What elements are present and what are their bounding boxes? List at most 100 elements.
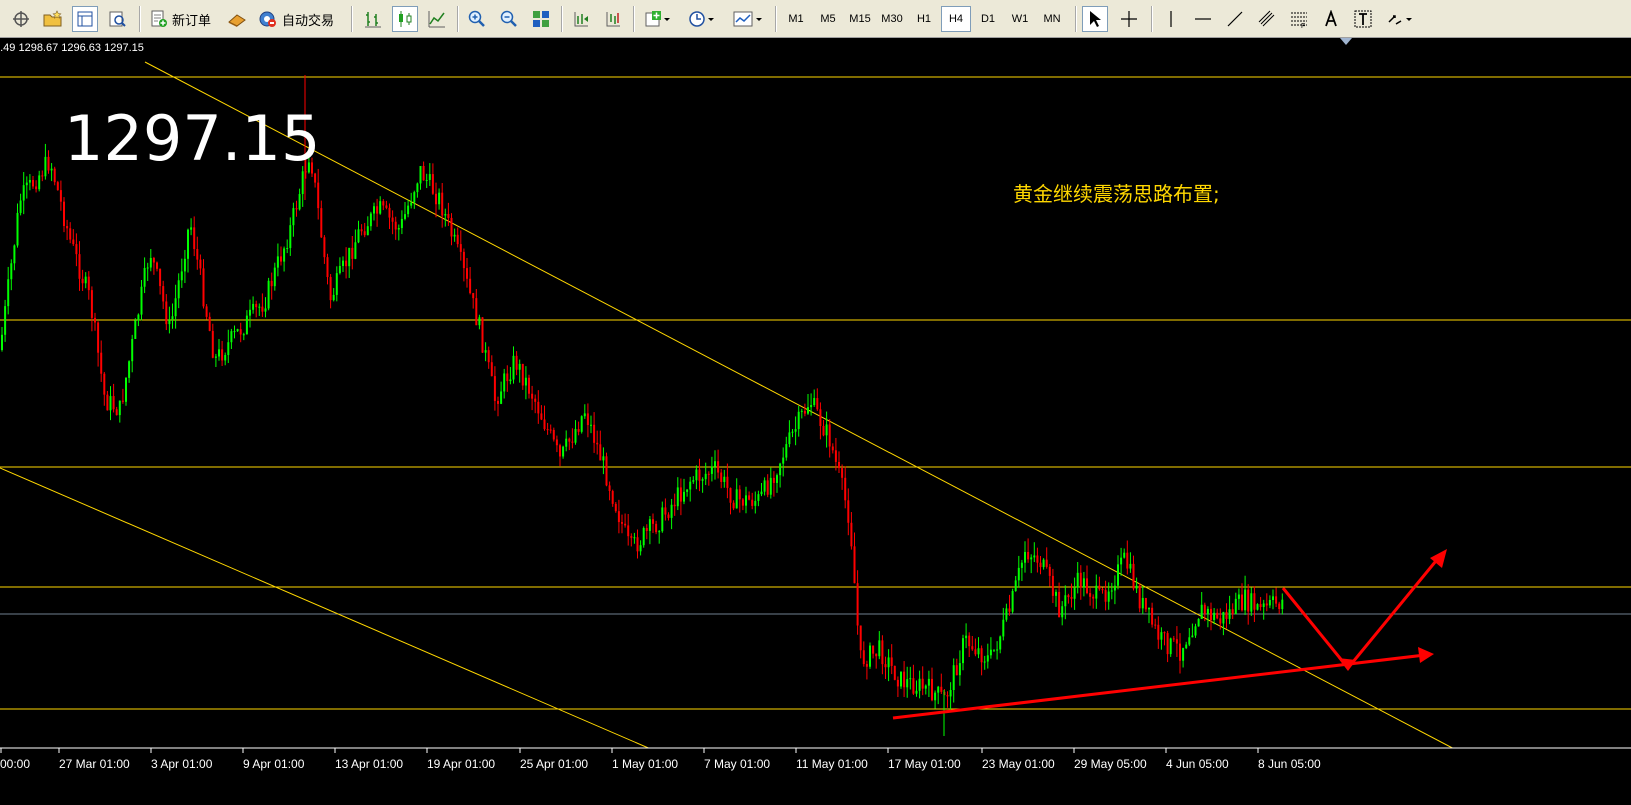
trendline-icon[interactable] (1222, 6, 1248, 32)
bull-candle-body (1281, 599, 1284, 610)
indicators-dropdown[interactable] (640, 6, 676, 32)
bear-candle-body (317, 182, 320, 209)
timeframe-m15[interactable]: M15 (845, 6, 875, 32)
bull-candle-body (1234, 598, 1237, 615)
tile-windows-icon[interactable] (528, 6, 554, 32)
bear-candle-body (568, 438, 571, 442)
bull-candle-body (1228, 609, 1231, 619)
bar-chart-icon[interactable] (360, 6, 386, 32)
timeframe-m1[interactable]: M1 (781, 6, 811, 32)
bull-candle-body (810, 405, 813, 408)
bull-candle-body (1250, 593, 1253, 612)
bear-candle-body (56, 182, 59, 191)
toolbar: 新订单 自动交易 M1 M5 M15 M30 H1 H4 D1 W1 MN F (0, 0, 1631, 38)
toolbar-separator (457, 6, 459, 32)
bull-candle-body (1095, 585, 1098, 599)
time-axis-label: 29 May 05:00 (1074, 757, 1147, 771)
bear-candle-body (748, 495, 751, 500)
toolbar-separator (775, 6, 777, 32)
bull-candle-body (1272, 596, 1274, 600)
text-label-icon[interactable] (1318, 6, 1344, 32)
price-chart[interactable]: 00:00 27 Mar 01:00 3 Apr 01:00 9 Apr 01:00 1… (0, 38, 1631, 805)
bear-candle-body (103, 373, 106, 395)
vertical-line-icon[interactable] (1158, 6, 1184, 32)
horizontal-line-icon[interactable] (1190, 6, 1216, 32)
bull-candle-body (1194, 626, 1197, 636)
timeframe-d1[interactable]: D1 (973, 6, 1003, 32)
bull-candle-body (416, 183, 419, 193)
candlestick-chart-icon[interactable] (392, 6, 418, 32)
bull-candle-body (400, 218, 403, 229)
timeframe-m30[interactable]: M30 (877, 6, 907, 32)
bull-candle-body (763, 480, 766, 492)
templates-dropdown[interactable] (728, 6, 768, 32)
bear-candle-body (90, 290, 93, 318)
bull-candle-body (84, 276, 87, 284)
svg-text:F: F (1301, 23, 1305, 28)
bull-candle-body (233, 331, 236, 333)
bear-candle-body (1098, 585, 1101, 590)
bull-candle-body (1206, 608, 1209, 615)
bear-candle-body (555, 439, 558, 446)
bear-candle-body (394, 221, 397, 230)
timeframe-w1[interactable]: W1 (1005, 6, 1035, 32)
bear-candle-body (766, 480, 769, 495)
navigator-search-icon[interactable] (104, 6, 130, 32)
autoscroll-icon[interactable] (568, 6, 594, 32)
bear-candle-body (205, 306, 208, 317)
periods-clock-dropdown[interactable] (684, 6, 720, 32)
equidistant-channel-icon[interactable] (1254, 6, 1280, 32)
bear-candle-body (1092, 596, 1095, 599)
bear-candle-body (698, 469, 701, 481)
line-chart-icon[interactable] (424, 6, 450, 32)
folder-star-icon[interactable] (40, 6, 66, 32)
bull-candle-body (633, 537, 636, 539)
chart-shift-icon[interactable] (600, 6, 626, 32)
crosshair-icon[interactable] (1116, 6, 1142, 32)
text-box-icon[interactable] (1350, 6, 1376, 32)
bear-candle-body (435, 193, 437, 205)
bear-candle-body (543, 419, 546, 430)
bear-candle-body (1048, 566, 1051, 576)
time-axis-label: 4 Jun 05:00 (1166, 757, 1229, 771)
bear-candle-body (1126, 552, 1129, 569)
bear-candle-body (751, 499, 754, 506)
bull-candle-body (639, 545, 642, 552)
new-order-button[interactable]: 新订单 (146, 6, 215, 32)
bull-candle-body (962, 638, 964, 664)
cursor-arrow-icon[interactable] (1082, 6, 1108, 32)
bear-candle-body (1036, 555, 1039, 563)
bull-candle-body (869, 645, 871, 667)
bear-candle-body (1166, 633, 1169, 655)
bull-candle-body (937, 686, 940, 693)
crosshair-move-icon[interactable] (8, 6, 34, 32)
bull-candle-body (500, 391, 503, 404)
fibonacci-icon[interactable]: F (1286, 6, 1312, 32)
bull-candle-body (419, 165, 422, 184)
timeframe-h4[interactable]: H4 (941, 6, 971, 32)
timeframe-mn[interactable]: MN (1037, 6, 1067, 32)
zoom-in-icon[interactable] (464, 6, 490, 32)
bull-candle-body (1213, 612, 1216, 621)
bull-candle-body (1005, 608, 1008, 620)
meta-editor-icon[interactable] (224, 6, 250, 32)
market-watch-icon[interactable] (72, 6, 98, 32)
bull-candle-body (1033, 555, 1036, 558)
time-axis-label: 9 Apr 01:00 (243, 757, 305, 771)
arrows-dropdown[interactable] (1382, 6, 1418, 32)
timeframe-h1[interactable]: H1 (909, 6, 939, 32)
bull-candle-body (785, 444, 788, 458)
bull-candle-body (1055, 591, 1057, 596)
autotrading-button[interactable]: 自动交易 (254, 6, 338, 32)
bull-candle-body (989, 649, 992, 656)
chart-shift-marker[interactable] (1340, 38, 1352, 45)
bull-candle-body (146, 267, 149, 269)
bear-candle-body (1175, 639, 1178, 644)
bear-candle-body (528, 377, 530, 394)
bear-candle-body (261, 306, 264, 312)
bull-candle-body (249, 309, 251, 316)
zoom-out-icon[interactable] (496, 6, 522, 32)
toolbar-separator (633, 6, 635, 32)
timeframe-m5[interactable]: M5 (813, 6, 843, 32)
bear-candle-body (608, 485, 611, 492)
